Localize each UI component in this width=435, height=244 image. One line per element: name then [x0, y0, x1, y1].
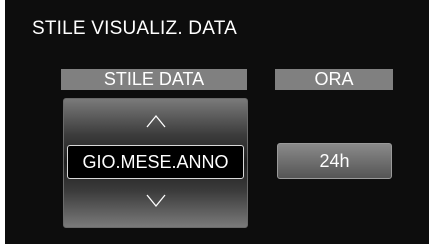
date-display-style-screen: STILE VISUALIZ. DATA STILE DATA ORA GIO.…	[5, 0, 429, 244]
screen-title: STILE VISUALIZ. DATA	[32, 18, 237, 39]
time-format-header: ORA	[275, 69, 393, 90]
date-style-header: STILE DATA	[61, 69, 247, 90]
date-style-value[interactable]: GIO.MESE.ANNO	[67, 145, 244, 179]
chevron-up-icon[interactable]	[146, 114, 166, 128]
time-format-button[interactable]: 24h	[277, 143, 392, 179]
chevron-down-icon[interactable]	[146, 194, 166, 208]
date-style-spinner[interactable]: GIO.MESE.ANNO	[63, 98, 248, 228]
